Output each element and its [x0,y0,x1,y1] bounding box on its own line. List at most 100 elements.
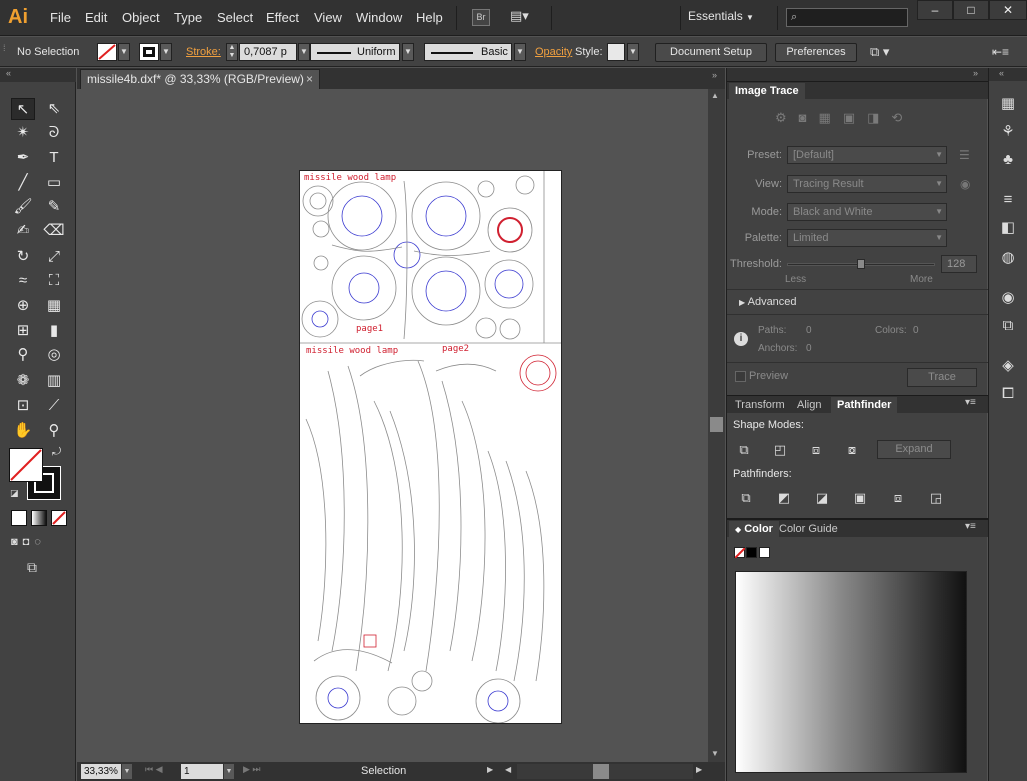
collapse-toolbar-icon[interactable]: « [6,68,11,78]
horizontal-scroll-thumb[interactable] [593,764,609,779]
scroll-down-icon[interactable]: ▼ [711,749,719,758]
graphic-styles-icon[interactable]: ⧉ [997,316,1019,336]
zoom-tool-icon[interactable]: ⚲ [42,420,66,442]
palette-select[interactable]: Limited ▼ [787,229,947,247]
tab-image-trace[interactable]: Image Trace [729,83,805,100]
intersect-icon[interactable]: ⧈ [807,442,825,458]
paintbrush-tool-icon[interactable]: 🖌 [11,196,35,218]
none-mode-button[interactable] [51,510,67,526]
layers-icon[interactable]: ◈ [997,356,1019,376]
panel-menu-icon[interactable]: ⇤≡ [992,45,1009,59]
status-menu-icon[interactable]: ▶ [487,765,493,774]
exclude-icon[interactable]: ⧇ [843,442,861,458]
column-graph-tool-icon[interactable]: ▥ [42,370,66,392]
stroke-weight-field[interactable]: 0,7087 p [239,43,297,61]
none-swatch[interactable] [734,547,746,559]
minimize-button[interactable]: – [917,0,953,20]
artboard-dropdown[interactable]: ▼ [224,764,234,779]
close-window-button[interactable]: ✕ [989,0,1027,20]
rectangle-tool-icon[interactable]: ▭ [42,172,66,194]
minus-back-icon[interactable]: ◲ [927,490,945,506]
brush-dropdown[interactable]: ▼ [514,43,526,61]
menu-view[interactable]: View [314,10,342,25]
fill-color-box[interactable] [9,448,43,482]
default-fill-stroke-icon[interactable]: ◪ [10,488,19,499]
stroke-weight-dropdown[interactable]: ▼ [298,43,310,61]
bridge-button[interactable]: Br [472,9,490,26]
maximize-button[interactable]: □ [953,0,989,20]
type-tool-icon[interactable]: T [42,147,66,169]
warp-tool-icon[interactable]: ≈ [11,270,35,292]
minus-front-icon[interactable]: ◰ [771,442,789,458]
eye-icon[interactable]: ◉ [960,177,970,191]
document-setup-button[interactable]: Document Setup [655,43,767,62]
unite-icon[interactable]: ⧉ [735,442,753,458]
scroll-left-icon[interactable]: ◀ [505,765,511,774]
hand-tool-icon[interactable]: ✋ [11,420,35,442]
arrange-documents-button[interactable]: ▤▾ [510,8,540,26]
menu-window[interactable]: Window [356,10,402,25]
line-tool-icon[interactable]: ╱ [11,172,35,194]
tab-align[interactable]: Align [791,397,827,414]
gradient-tool-icon[interactable]: ▮ [42,320,66,342]
crop-icon[interactable]: ▣ [851,490,869,506]
color-mode-button[interactable] [11,510,27,526]
threshold-slider-track[interactable] [787,259,935,269]
trace-button[interactable]: Trace [907,368,977,387]
panel-menu-icon[interactable]: ▾≡ [965,397,976,408]
preset-select[interactable]: [Default] ▼ [787,146,947,164]
gradient-mode-button[interactable] [31,510,47,526]
first-artboard-icon[interactable]: ⏮ ◀ [145,764,163,775]
lasso-tool-icon[interactable]: ᘐ [42,122,66,144]
slice-tool-icon[interactable]: ⟋ [42,395,66,417]
stroke-dropdown[interactable]: ▼ [160,43,172,61]
preview-checkbox[interactable] [735,371,746,382]
draw-inside-icon[interactable]: ◌ [34,536,46,548]
scroll-up-icon[interactable]: ▲ [711,91,719,100]
swap-fill-stroke-icon[interactable]: ⤾ [52,446,61,459]
brushes-icon[interactable]: ⚘ [997,122,1019,142]
advanced-toggle[interactable]: ▶ Advanced [739,296,797,308]
direct-selection-tool-icon[interactable]: ⇖ [42,98,66,120]
opacity-link[interactable]: Opacity [535,46,572,58]
preset-list-icon[interactable]: ☰ [959,148,970,162]
black-swatch[interactable] [746,547,757,558]
symbol-sprayer-tool-icon[interactable]: ❁ [11,370,35,392]
drawing-modes[interactable]: ◙◘◌ [11,536,67,552]
magic-wand-tool-icon[interactable]: ✴ [11,122,35,144]
document-tab[interactable]: missile4b.dxf* @ 33,33% (RGB/Preview) × [80,69,320,89]
graphic-style-swatch[interactable] [607,43,625,61]
menu-select[interactable]: Select [217,10,253,25]
white-swatch[interactable] [759,547,770,558]
mode-select[interactable]: Black and White ▼ [787,203,947,221]
low-color-icon[interactable]: ▦ [819,110,843,125]
eraser-tool-icon[interactable]: ⌫ [42,220,66,242]
artboard-number-field[interactable]: 1 [181,764,223,779]
auto-color-icon[interactable]: ⚙ [775,110,799,125]
pen-tool-icon[interactable]: ✒ [11,147,35,169]
last-artboard-icon[interactable]: ▶ ⏭ [243,764,261,775]
menu-file[interactable]: File [50,10,71,25]
threshold-field[interactable]: 128 [941,255,977,273]
artboards-icon[interactable]: ⧠ [997,384,1019,404]
outline-icon[interactable]: ⟲ [891,110,914,125]
collapse-strip-icon[interactable]: « [999,68,1004,78]
preferences-button[interactable]: Preferences [775,43,857,62]
scroll-thumb[interactable] [710,417,723,432]
draw-normal-icon[interactable]: ◙ [11,536,23,548]
menu-effect[interactable]: Effect [266,10,299,25]
scroll-right-icon[interactable]: ▶ [696,765,702,774]
menu-object[interactable]: Object [122,10,160,25]
appearance-icon[interactable]: ◉ [997,288,1019,308]
expand-dock-icon[interactable]: » [973,68,978,78]
artboard-tool-icon[interactable]: ⊡ [11,395,35,417]
help-search-input[interactable]: ⌕ [786,8,908,27]
graphic-style-dropdown[interactable]: ▼ [627,43,639,61]
color-spectrum[interactable] [735,571,967,773]
horizontal-scrollbar[interactable] [517,764,693,779]
high-color-icon[interactable]: ◙ [799,110,819,125]
fill-dropdown[interactable]: ▼ [118,43,130,61]
rotate-tool-icon[interactable]: ↻ [11,246,35,268]
collapse-panels-icon[interactable]: » [712,70,717,80]
tab-pathfinder[interactable]: Pathfinder [831,397,898,414]
